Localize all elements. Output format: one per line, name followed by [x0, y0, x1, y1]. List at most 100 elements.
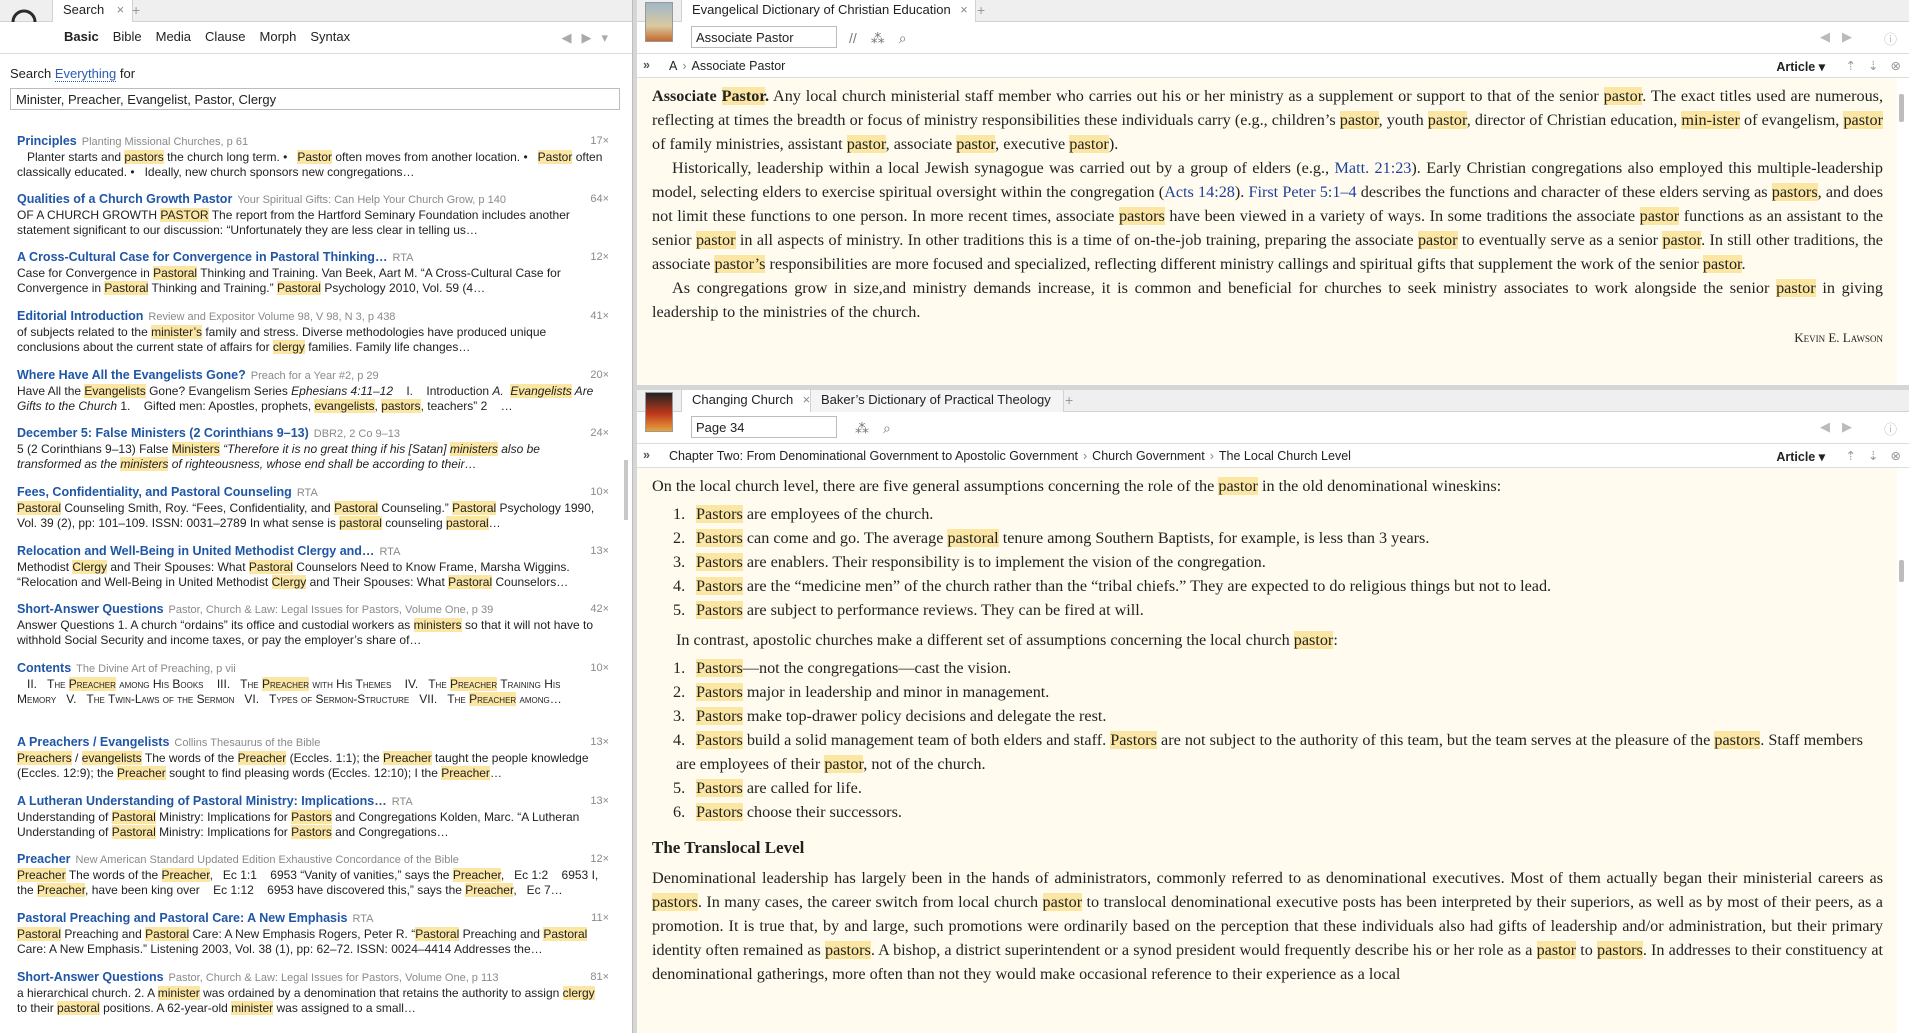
mode-morph[interactable]: Morph: [260, 29, 297, 44]
book-panel: Changing Church × Baker’s Dictionary of …: [637, 390, 1909, 1033]
result-item[interactable]: Principles Planting Missional Churches, p…: [17, 134, 609, 180]
result-item[interactable]: Pastoral Preaching and Pastoral Care: A …: [17, 911, 609, 957]
search-icon[interactable]: ⌕: [899, 30, 907, 47]
close-panel-icon[interactable]: ⊗: [1891, 448, 1901, 463]
result-title[interactable]: Preacher: [17, 852, 71, 866]
close-icon[interactable]: ×: [117, 0, 125, 20]
next-article-icon[interactable]: ⇣: [1868, 448, 1878, 463]
search-icon[interactable]: ⌕: [883, 420, 891, 437]
result-title[interactable]: Pastoral Preaching and Pastoral Care: A …: [17, 911, 347, 925]
result-count: 42×: [590, 603, 609, 615]
result-source: DBR2, 2 Co 9–13: [313, 428, 400, 440]
result-title[interactable]: Contents: [17, 661, 71, 675]
next-article-icon[interactable]: ⇣: [1868, 58, 1878, 73]
result-item[interactable]: Editorial Introduction Review and Exposit…: [17, 309, 609, 355]
visual-filter-icon[interactable]: ⁂: [855, 420, 869, 437]
expand-toc-icon[interactable]: »: [643, 448, 650, 462]
article-view-dropdown[interactable]: Article: [1776, 60, 1815, 74]
result-source: Collins Thesaurus of the Bible: [174, 737, 321, 749]
info-icon[interactable]: ⓘ: [1884, 29, 1897, 48]
back-arrow-icon[interactable]: ◀: [561, 30, 571, 46]
add-tab-icon[interactable]: +: [1065, 390, 1073, 410]
previous-article-icon[interactable]: ⇡: [1846, 448, 1856, 463]
scripture-link[interactable]: Matt. 21:23: [1335, 159, 1412, 177]
result-source: The Divine Art of Preaching, p vii: [76, 663, 236, 675]
result-item[interactable]: A Lutheran Understanding of Pastoral Min…: [17, 794, 609, 840]
result-title[interactable]: Relocation and Well-Being in United Meth…: [17, 544, 374, 558]
result-title[interactable]: Fees, Confidentiality, and Pastoral Coun…: [17, 485, 292, 499]
parallel-resources-icon[interactable]: //: [849, 30, 857, 47]
expand-toc-icon[interactable]: »: [643, 58, 650, 72]
result-title[interactable]: Where Have All the Evangelists Gone?: [17, 368, 246, 382]
result-title[interactable]: Principles: [17, 134, 77, 148]
result-title[interactable]: Qualities of a Church Growth Pastor: [17, 192, 232, 206]
result-title[interactable]: Short-Answer Questions: [17, 602, 164, 616]
breadcrumb-chapter[interactable]: Chapter Two: From Denominational Governm…: [669, 449, 1078, 463]
back-arrow-icon[interactable]: ◀: [1820, 419, 1830, 438]
result-item[interactable]: Short-Answer Questions Pastor, Church & L…: [17, 970, 609, 1016]
assumptions-list: 1. Pastors are employees of the church. 2…: [673, 505, 1552, 619]
panel-menu-icon[interactable]: ▾: [601, 30, 608, 46]
result-item[interactable]: Contents The Divine Art of Preaching, p v…: [17, 661, 609, 707]
back-arrow-icon[interactable]: ◀: [1820, 29, 1830, 48]
result-title[interactable]: A Cross-Cultural Case for Convergence in…: [17, 250, 387, 264]
article-author: Kevin E. Lawson: [1794, 330, 1883, 345]
visual-filter-icon[interactable]: ⁂: [871, 30, 885, 47]
result-source: RTA: [296, 487, 318, 499]
result-item[interactable]: A Cross-Cultural Case for Convergence in…: [17, 250, 609, 296]
result-item[interactable]: A Preachers / Evangelists Collins Thesaur…: [17, 735, 609, 781]
result-count: 13×: [590, 545, 609, 557]
result-item[interactable]: Where Have All the Evangelists Gone? Prea…: [17, 368, 609, 414]
breadcrumb-entry[interactable]: Associate Pastor: [692, 59, 786, 73]
book-text: On the local church level, there are fiv…: [637, 468, 1897, 1033]
search-scope-dropdown[interactable]: Everything: [54, 66, 117, 82]
result-item[interactable]: Fees, Confidentiality, and Pastoral Coun…: [17, 485, 609, 531]
page-input[interactable]: Page 34: [691, 416, 837, 438]
reference-input[interactable]: Associate Pastor: [691, 26, 837, 48]
result-title[interactable]: A Preachers / Evangelists: [17, 735, 169, 749]
result-item[interactable]: Qualities of a Church Growth Pastor Your …: [17, 192, 609, 238]
results-scrollbar[interactable]: [622, 120, 630, 1033]
mode-clause[interactable]: Clause: [205, 29, 245, 44]
article-view-dropdown[interactable]: Article: [1776, 450, 1815, 464]
close-panel-icon[interactable]: ⊗: [1891, 58, 1901, 73]
search-mode-toolbar: Basic Bible Media Clause Morph Syntax ◀ …: [0, 22, 632, 54]
close-icon[interactable]: ×: [960, 0, 968, 20]
breadcrumb-section[interactable]: Church Government: [1092, 449, 1205, 463]
breadcrumb: » Chapter Two: From Denominational Gover…: [637, 444, 1909, 468]
tab-evangelical-dictionary[interactable]: Evangelical Dictionary of Christian Educ…: [681, 0, 976, 22]
result-title[interactable]: Editorial Introduction: [17, 309, 143, 323]
result-title[interactable]: December 5: False Ministers (2 Corinthia…: [17, 426, 309, 440]
mode-bible[interactable]: Bible: [113, 29, 142, 44]
scripture-link[interactable]: First Peter 5:1–4: [1248, 183, 1356, 201]
result-item[interactable]: Preacher New American Standard Updated Ed…: [17, 852, 609, 898]
tab-changing-church[interactable]: Changing Church ×: [681, 390, 819, 412]
breadcrumb-subsection[interactable]: The Local Church Level: [1219, 449, 1351, 463]
forward-arrow-icon[interactable]: ▶: [1842, 419, 1852, 438]
forward-arrow-icon[interactable]: ▶: [581, 30, 591, 46]
previous-article-icon[interactable]: ⇡: [1846, 58, 1856, 73]
forward-arrow-icon[interactable]: ▶: [1842, 29, 1852, 48]
result-snippet: Preacher The words of the Preacher, Ec 1…: [17, 868, 599, 897]
result-item[interactable]: Relocation and Well-Being in United Meth…: [17, 544, 609, 590]
result-count: 41×: [590, 310, 609, 322]
scripture-link[interactable]: Acts 14:28: [1164, 183, 1235, 201]
result-source: Your Spiritual Gifts: Can Help Your Chur…: [237, 194, 506, 206]
add-tab-icon[interactable]: +: [132, 0, 140, 20]
breadcrumb-letter[interactable]: A: [669, 59, 677, 73]
result-title[interactable]: A Lutheran Understanding of Pastoral Min…: [17, 794, 387, 808]
pane2-scrollbar[interactable]: [1899, 472, 1905, 1027]
pane1-scrollbar[interactable]: [1899, 90, 1905, 380]
result-item[interactable]: Short-Answer Questions Pastor, Church & L…: [17, 602, 609, 648]
add-tab-icon[interactable]: +: [977, 0, 985, 20]
info-icon[interactable]: ⓘ: [1884, 419, 1897, 438]
search-query-input[interactable]: Minister, Preacher, Evangelist, Pastor, …: [10, 88, 620, 110]
mode-basic[interactable]: Basic: [64, 29, 99, 44]
tab-search[interactable]: Search ×: [52, 0, 134, 22]
result-item[interactable]: December 5: False Ministers (2 Corinthia…: [17, 426, 609, 472]
mode-media[interactable]: Media: [156, 29, 191, 44]
mode-syntax[interactable]: Syntax: [310, 29, 350, 44]
tab-bakers-dictionary[interactable]: Baker’s Dictionary of Practical Theology: [810, 390, 1064, 412]
result-title[interactable]: Short-Answer Questions: [17, 970, 164, 984]
left-tab-bar: Search × +: [0, 0, 632, 22]
